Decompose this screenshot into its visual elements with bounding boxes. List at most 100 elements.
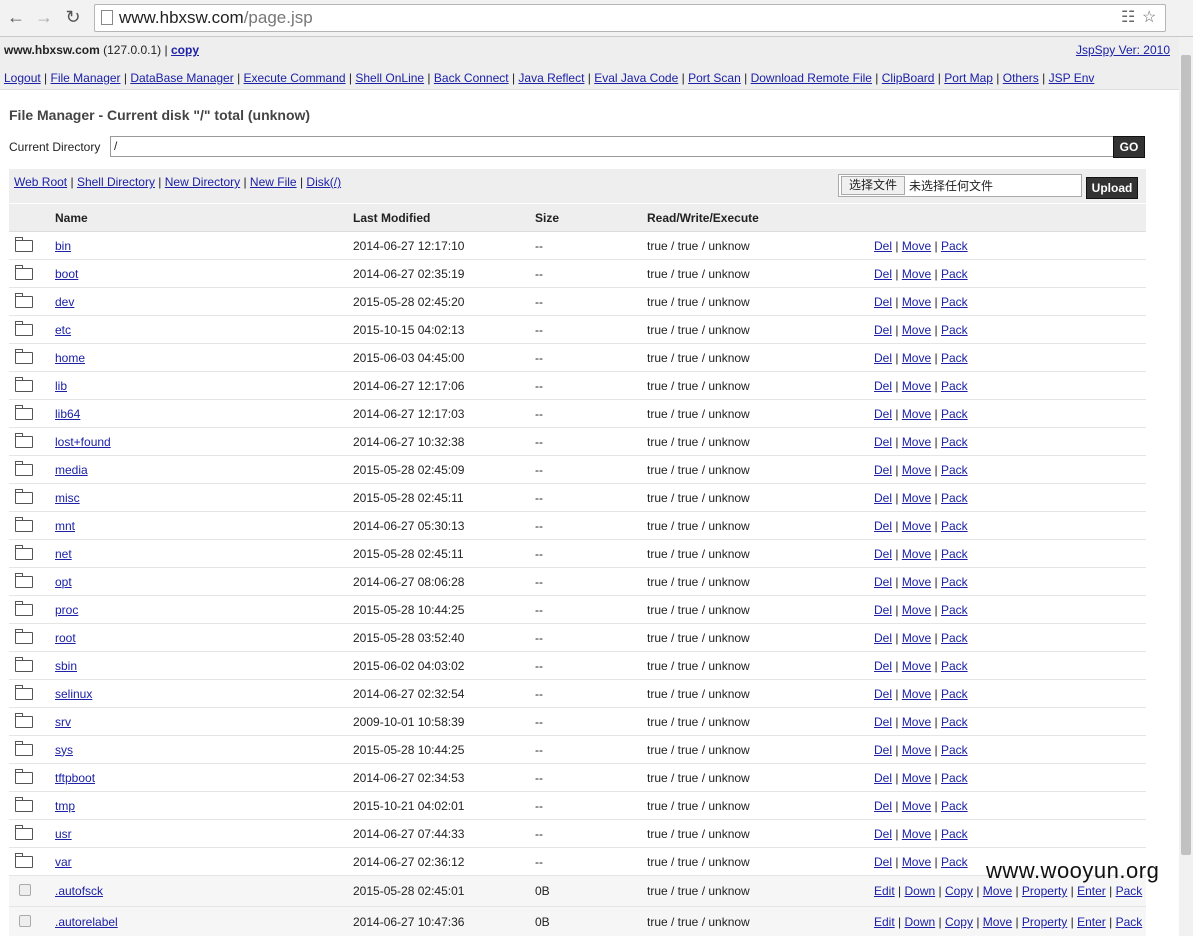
action-link[interactable]: Move [902,435,931,449]
row-name-link[interactable]: mnt [55,519,75,533]
row-name-link[interactable]: bin [55,239,71,253]
tool-link[interactable]: Web Root [14,175,67,189]
row-name-link[interactable]: .autorelabel [55,915,118,929]
row-name-link[interactable]: tmp [55,799,75,813]
menu-link[interactable]: Port Scan [688,71,741,85]
upload-button[interactable]: Upload [1086,177,1138,199]
row-name-link[interactable]: lost+found [55,435,111,449]
action-link[interactable]: Copy [945,884,973,898]
action-link[interactable]: Enter [1077,915,1106,929]
address-bar[interactable]: www.hbxsw.com/page.jsp ☷ ☆ [94,4,1166,32]
menu-link[interactable]: JSP Env [1049,71,1095,85]
action-link[interactable]: Pack [941,631,968,645]
action-link[interactable]: Del [874,379,892,393]
action-link[interactable]: Move [902,323,931,337]
action-link[interactable]: Move [902,855,931,869]
action-link[interactable]: Del [874,267,892,281]
action-link[interactable]: Pack [941,351,968,365]
action-link[interactable]: Edit [874,884,895,898]
menu-link[interactable]: Eval Java Code [594,71,678,85]
action-link[interactable]: Move [902,771,931,785]
scrollbar[interactable] [1179,37,1193,936]
action-link[interactable]: Pack [941,239,968,253]
select-checkbox[interactable] [19,883,31,896]
action-link[interactable]: Pack [941,407,968,421]
action-link[interactable]: Move [902,463,931,477]
row-name-link[interactable]: opt [55,575,72,589]
action-link[interactable]: Enter [1077,884,1106,898]
row-name-link[interactable]: root [55,631,76,645]
action-link[interactable]: Move [902,715,931,729]
action-link[interactable]: Del [874,771,892,785]
scrollbar-thumb[interactable] [1181,55,1191,855]
row-name-link[interactable]: proc [55,603,78,617]
row-name-link[interactable]: media [55,463,88,477]
action-link[interactable]: Del [874,407,892,421]
action-link[interactable]: Move [902,603,931,617]
back-arrow-icon[interactable]: ← [5,6,27,28]
copy-link[interactable]: copy [171,43,199,57]
action-link[interactable]: Del [874,295,892,309]
action-link[interactable]: Pack [941,715,968,729]
row-name-link[interactable]: net [55,547,72,561]
row-name-link[interactable]: boot [55,267,78,281]
action-link[interactable]: Pack [941,435,968,449]
row-name-link[interactable]: lib [55,379,67,393]
row-name-link[interactable]: home [55,351,85,365]
tool-link[interactable]: Shell Directory [77,175,155,189]
forward-arrow-icon[interactable]: → [33,6,55,28]
current-directory-input[interactable]: / [110,136,1117,157]
action-link[interactable]: Pack [941,323,968,337]
row-name-link[interactable]: srv [55,715,71,729]
action-link[interactable]: Del [874,491,892,505]
action-link[interactable]: Del [874,855,892,869]
action-link[interactable]: Pack [941,463,968,477]
action-link[interactable]: Down [904,915,935,929]
action-link[interactable]: Move [983,884,1012,898]
action-link[interactable]: Pack [941,379,968,393]
action-link[interactable]: Move [902,491,931,505]
action-link[interactable]: Move [902,519,931,533]
menu-link[interactable]: Others [1003,71,1039,85]
action-link[interactable]: Move [902,687,931,701]
action-link[interactable]: Edit [874,915,895,929]
select-checkbox[interactable] [19,914,31,927]
action-link[interactable]: Del [874,351,892,365]
row-name-link[interactable]: sys [55,743,73,757]
action-link[interactable]: Pack [941,771,968,785]
row-name-link[interactable]: selinux [55,687,92,701]
action-link[interactable]: Del [874,519,892,533]
action-link[interactable]: Pack [1116,915,1143,929]
action-link[interactable]: Pack [941,575,968,589]
action-link[interactable]: Move [902,575,931,589]
action-link[interactable]: Del [874,687,892,701]
action-link[interactable]: Del [874,631,892,645]
action-link[interactable]: Del [874,435,892,449]
reload-icon[interactable]: ↻ [62,6,84,28]
action-link[interactable]: Del [874,547,892,561]
action-link[interactable]: Pack [941,743,968,757]
action-link[interactable]: Pack [941,659,968,673]
action-link[interactable]: Move [902,799,931,813]
menu-link[interactable]: File Manager [51,71,121,85]
action-link[interactable]: Del [874,659,892,673]
action-link[interactable]: Move [902,407,931,421]
menu-link[interactable]: DataBase Manager [130,71,233,85]
action-link[interactable]: Del [874,603,892,617]
action-link[interactable]: Move [902,351,931,365]
action-link[interactable]: Move [902,659,931,673]
action-link[interactable]: Del [874,323,892,337]
tool-link[interactable]: Disk(/) [306,175,341,189]
action-link[interactable]: Pack [941,855,968,869]
action-link[interactable]: Move [902,267,931,281]
action-link[interactable]: Del [874,239,892,253]
action-link[interactable]: Pack [941,603,968,617]
action-link[interactable]: Del [874,827,892,841]
action-link[interactable]: Pack [941,799,968,813]
action-link[interactable]: Move [902,295,931,309]
row-name-link[interactable]: tftpboot [55,771,95,785]
action-link[interactable]: Del [874,743,892,757]
action-link[interactable]: Property [1022,884,1067,898]
version-link[interactable]: JspSpy Ver: 2010 [1076,43,1170,57]
menu-link[interactable]: Java Reflect [518,71,584,85]
